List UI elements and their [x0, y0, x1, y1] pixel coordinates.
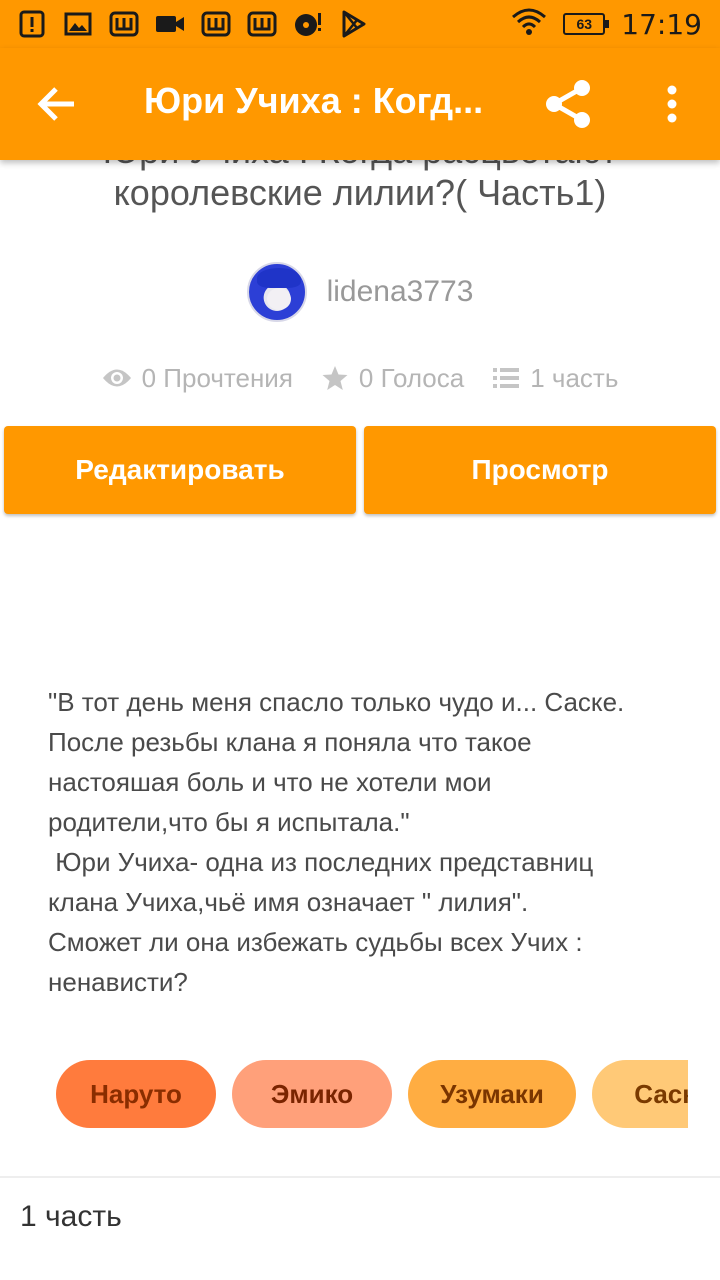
tag-chip[interactable]: Эмико — [232, 1060, 392, 1128]
story-description: "В тот день меня спасло только чудо и...… — [48, 687, 625, 997]
back-button[interactable] — [20, 78, 92, 130]
votes-count: 0 Голоса — [358, 362, 465, 393]
music-icon — [292, 9, 324, 39]
divider — [0, 1176, 720, 1178]
app-bar: Юри Учиха : Когд... — [0, 48, 720, 160]
tags-list: Наруто Эмико Узумаки Саске — [56, 1060, 688, 1128]
wifi-icon — [511, 7, 547, 42]
tags-scroller[interactable]: Наруто Эмико Узумаки Саске — [56, 1060, 688, 1130]
reads-count: 0 Прочтения — [141, 362, 293, 393]
app-bar-title: Юри Учиха : Когд... — [144, 80, 484, 121]
arrow-back-icon — [37, 87, 74, 121]
app-w-icon — [108, 9, 140, 39]
tag-chip[interactable]: Саске — [592, 1060, 688, 1128]
more-vert-icon — [667, 85, 677, 123]
system-status: 63 17:19 — [511, 6, 702, 42]
eye-icon — [102, 369, 131, 387]
star-icon — [322, 366, 348, 390]
clock: 17:19 — [621, 7, 702, 41]
video-icon — [154, 9, 186, 39]
battery-icon: 63 — [563, 13, 610, 35]
view-button[interactable]: Просмотр — [364, 426, 716, 514]
parts-section-label[interactable]: 1 часть — [20, 1200, 122, 1234]
parts-stat: 1 часть — [492, 363, 618, 394]
parts-count: 1 часть — [530, 362, 619, 393]
tag-chip[interactable]: Узумаки — [408, 1060, 576, 1128]
author-avatar[interactable] — [246, 262, 307, 322]
status-bar: 63 17:19 — [0, 0, 720, 48]
alert-icon — [16, 9, 48, 39]
reads-stat: 0 Прочтения — [102, 363, 293, 394]
story-stats: 0 Прочтения 0 Голоса 1 часть — [0, 356, 720, 400]
author-name[interactable]: lidena3773 — [327, 275, 474, 309]
author-row[interactable]: lidena3773 — [0, 262, 720, 322]
image-icon — [62, 9, 94, 39]
votes-stat: 0 Голоса — [321, 363, 464, 394]
tag-chip[interactable]: Наруто — [56, 1060, 216, 1128]
app-w-icon — [246, 9, 278, 39]
edit-button[interactable]: Редактировать — [4, 426, 356, 514]
play-store-icon — [338, 9, 370, 39]
app-w-icon — [200, 9, 232, 39]
more-options-button[interactable] — [644, 76, 700, 132]
share-button[interactable] — [540, 76, 596, 132]
list-icon — [493, 368, 520, 388]
notification-icons — [16, 6, 370, 42]
share-icon — [546, 80, 590, 128]
